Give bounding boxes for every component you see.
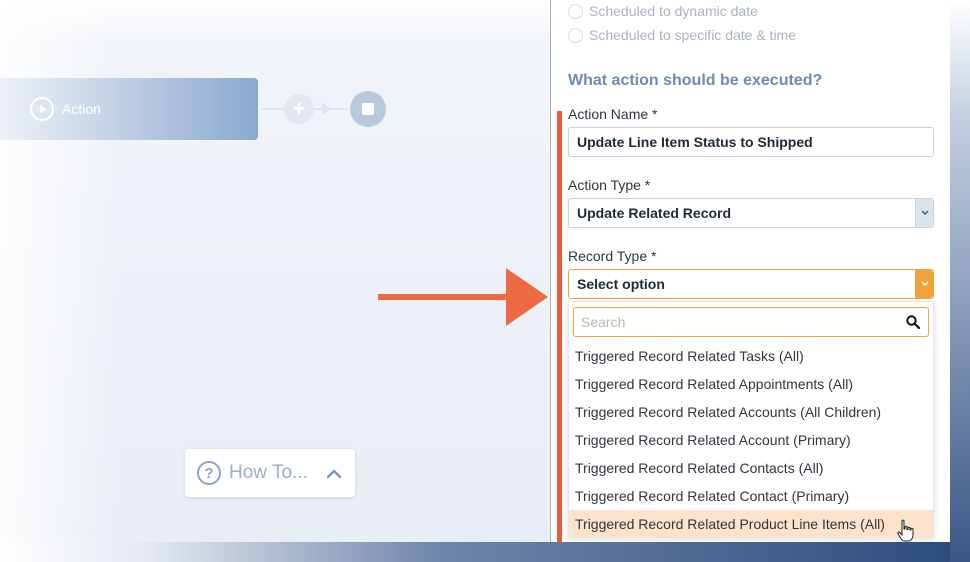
dropdown-search-input[interactable] (574, 308, 884, 336)
radio-label: Scheduled to dynamic date (589, 3, 758, 19)
action-node-label: Action (62, 101, 101, 117)
record-type-label: Record Type * (568, 248, 657, 264)
radio-circle-icon (568, 3, 583, 19)
how-to-button[interactable]: ? How To... (185, 449, 355, 497)
radio-scheduled-specific[interactable]: Scheduled to specific date & time (568, 27, 796, 43)
annotation-bar (557, 111, 562, 543)
add-step-button[interactable]: + (284, 94, 314, 124)
help-icon: ? (197, 461, 221, 485)
dropdown-search (573, 307, 929, 337)
record-type-value: Select option (577, 276, 665, 292)
connector-arrow-icon (322, 103, 332, 115)
record-type-select[interactable]: Select option (568, 269, 934, 299)
dropdown-option[interactable]: Triggered Record Related Account (Primar… (569, 426, 933, 454)
chevron-down-icon (915, 199, 933, 227)
action-node[interactable]: Action (0, 78, 258, 140)
radio-circle-icon (568, 27, 583, 43)
dropdown-option[interactable]: Triggered Record Related Contacts (All) (569, 454, 933, 482)
how-to-label: How To... (229, 462, 308, 483)
play-icon (30, 97, 54, 121)
dropdown-option-highlighted[interactable]: Triggered Record Related Product Line It… (569, 510, 933, 538)
dropdown-option[interactable]: Triggered Record Related Appointments (A… (569, 370, 933, 398)
hand-cursor-icon (897, 519, 914, 542)
end-node-button[interactable] (350, 91, 386, 127)
dropdown-option[interactable]: Triggered Record Related Contact (Primar… (569, 482, 933, 510)
plus-icon: + (292, 96, 306, 121)
search-icon (906, 315, 920, 329)
annotation-arrow-icon (378, 268, 548, 326)
dropdown-option[interactable]: Triggered Record Related Tasks (All) (569, 342, 933, 370)
action-type-select[interactable]: Update Related Record (568, 198, 934, 228)
section-title: What action should be executed? (568, 72, 823, 89)
action-name-label: Action Name * (568, 106, 658, 122)
action-type-value: Update Related Record (577, 205, 732, 221)
record-type-dropdown: Triggered Record Related Tasks (All) Tri… (568, 301, 934, 538)
right-edge (950, 0, 970, 562)
action-name-input[interactable]: Update Line Item Status to Shipped (568, 127, 934, 157)
bottom-bar (0, 542, 970, 562)
radio-label: Scheduled to specific date & time (589, 27, 797, 43)
action-type-label: Action Type * (568, 177, 651, 193)
dropdown-option[interactable]: Triggered Record Related Accounts (All C… (569, 398, 933, 426)
radio-scheduled-dynamic[interactable]: Scheduled to dynamic date (568, 3, 758, 19)
stop-icon (362, 103, 374, 115)
chevron-up-icon (327, 469, 341, 479)
chevron-down-icon (915, 270, 933, 298)
